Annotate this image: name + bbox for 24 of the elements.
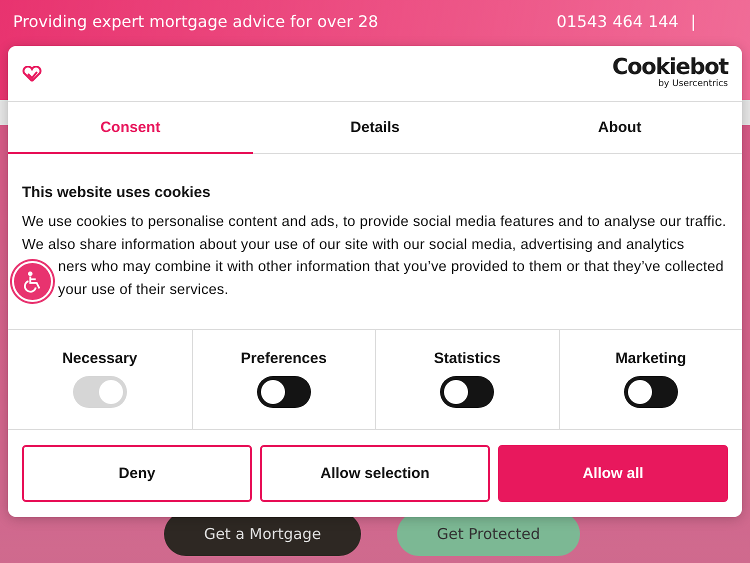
dialog-heading: This website uses cookies	[22, 184, 212, 201]
toggle-switch[interactable]	[440, 376, 494, 408]
description-line: We also share information about your use of our site with our social media, advertising and analytics	[22, 236, 684, 254]
heart-logo-icon	[22, 66, 42, 82]
tab[interactable]: Details	[252, 102, 498, 154]
brand-byline: by Usercentrics	[658, 79, 728, 90]
description-line: your use of their services.	[58, 280, 229, 300]
brand-name: Cookiebot	[612, 57, 728, 79]
tagline: Providing expert mortgage advice for over 28	[13, 12, 378, 31]
tab[interactable]: Consent	[8, 102, 253, 154]
toggle-switch[interactable]	[624, 376, 678, 408]
description-line: We use cookies to personalise content and ads, to provide social media features and to analyse our traffic.	[22, 213, 726, 232]
category-label: Necessary	[62, 350, 138, 367]
accessibility-button[interactable]	[12, 261, 53, 302]
toggle-switch[interactable]	[256, 376, 311, 408]
category-label: Preferences	[240, 350, 327, 367]
tab[interactable]: About	[497, 102, 742, 154]
consent-button[interactable]: Allow selection	[260, 445, 490, 502]
consent-button[interactable]: Allow all	[498, 445, 728, 502]
consent-button[interactable]: Deny	[22, 445, 252, 502]
separator: |	[690, 12, 696, 31]
description-line: ners who may combine it with other information that you’ve provided to them or that they’ve collected	[58, 258, 724, 277]
category-label: Statistics	[434, 350, 501, 367]
category-label: Marketing	[615, 350, 686, 367]
